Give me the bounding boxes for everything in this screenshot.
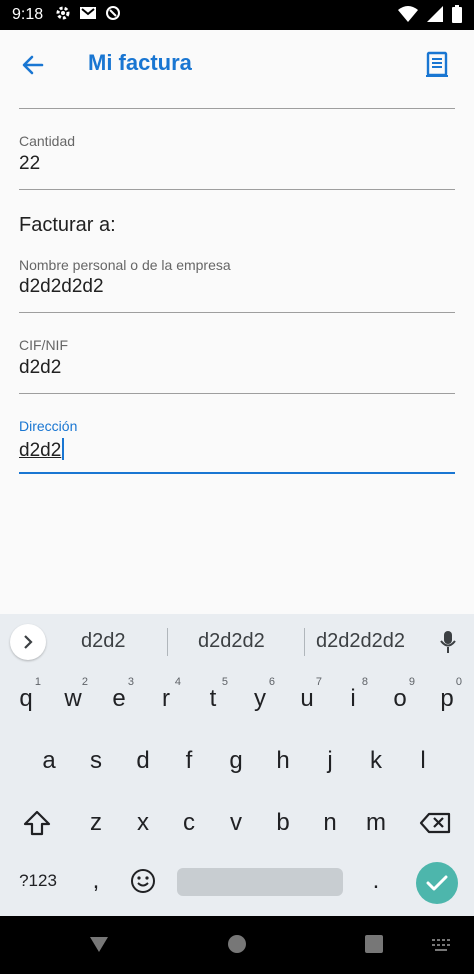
key-h[interactable]: h [260,734,306,788]
emoji-icon [131,869,155,893]
status-bar: 9:18 [0,0,474,30]
key-b[interactable]: b [260,796,306,850]
suggestion-divider [167,628,168,656]
key-n[interactable]: n [307,796,353,850]
app-bar: Mi factura [0,30,474,98]
key-j[interactable]: j [307,734,353,788]
circle-home-icon [228,935,246,953]
cif-label: CIF/NIF [19,337,68,353]
key-p[interactable]: p0 [424,672,470,726]
bill-to-title: Facturar a: [19,214,116,236]
address-input[interactable]: d2d2 [19,438,65,462]
invoice-button[interactable] [422,48,452,82]
backspace-key[interactable] [412,796,458,850]
key-c[interactable]: c [166,796,212,850]
backspace-icon [419,812,451,834]
key-i[interactable]: i8 [330,672,376,726]
address-value: d2d2 [19,440,62,461]
emoji-key[interactable] [120,854,166,908]
key-f[interactable]: f [166,734,212,788]
square-recents-icon [365,935,383,953]
key-l[interactable]: l [400,734,446,788]
keyboard-switch-button[interactable] [431,938,451,952]
suggestion-2[interactable]: d2d2d2 [198,630,265,653]
key-x[interactable]: x [120,796,166,850]
sync-icon [105,5,121,25]
key-q[interactable]: q1 [3,672,49,726]
key-a[interactable]: a [26,734,72,788]
comma-key[interactable]: , [73,854,119,908]
shift-icon [23,810,51,836]
key-g[interactable]: g [213,734,259,788]
nav-bar [0,916,474,974]
address-label: Dirección [19,418,78,434]
key-z[interactable]: z [73,796,119,850]
gear-icon [55,5,71,25]
signal-icon [426,5,444,27]
key-t[interactable]: t5 [190,672,236,726]
key-d[interactable]: d [120,734,166,788]
key-e[interactable]: e3 [96,672,142,726]
arrow-back-icon [22,55,44,75]
key-s[interactable]: s [73,734,119,788]
back-button[interactable] [18,50,48,80]
address-underline [19,472,455,474]
cif-underline [19,393,455,394]
name-input[interactable]: d2d2d2d2 [19,276,104,298]
suggestion-strip: d2d2 d2d2d2 d2d2d2d2 [0,614,474,670]
chevron-right-icon [24,635,33,649]
quantity-input[interactable]: 22 [19,153,40,175]
name-label: Nombre personal o de la empresa [19,257,231,273]
key-o[interactable]: o9 [377,672,423,726]
suggestion-1[interactable]: d2d2 [81,630,126,653]
key-u[interactable]: u7 [284,672,330,726]
mic-button[interactable] [436,628,460,656]
quantity-underline [19,189,455,190]
battery-icon [452,5,462,27]
period-key[interactable]: . [353,854,399,908]
text-cursor [62,438,65,460]
key-w[interactable]: w2 [50,672,96,726]
suggestion-3[interactable]: d2d2d2d2 [316,630,405,653]
key-y[interactable]: y6 [237,672,283,726]
name-underline [19,312,455,313]
wifi-icon [398,5,418,27]
page-title: Mi factura [88,50,192,75]
receipt-icon [426,51,448,77]
space-key[interactable] [177,868,343,896]
symbols-key[interactable]: ?123 [10,854,66,908]
mic-icon [440,631,456,653]
status-time: 9:18 [12,6,44,23]
enter-key[interactable] [416,862,458,904]
field-underline [19,108,455,109]
key-r[interactable]: r4 [143,672,189,726]
shift-key[interactable] [14,796,60,850]
key-m[interactable]: m [353,796,399,850]
nav-home-button[interactable] [227,934,247,954]
nav-back-button[interactable] [89,934,109,954]
mail-icon [79,5,97,25]
keyboard: d2d2 d2d2d2 d2d2d2d2 q1 w2 e3 r4 t5 y6 u… [0,614,474,916]
cif-input[interactable]: d2d2 [19,357,61,379]
key-k[interactable]: k [353,734,399,788]
nav-recents-button[interactable] [364,934,384,954]
suggestion-divider [304,628,305,656]
quantity-label: Cantidad [19,133,76,149]
triangle-back-icon [90,937,108,952]
keyboard-icon [432,939,450,951]
check-icon [426,875,448,891]
keyboard-menu-button[interactable] [10,624,46,660]
key-v[interactable]: v [213,796,259,850]
